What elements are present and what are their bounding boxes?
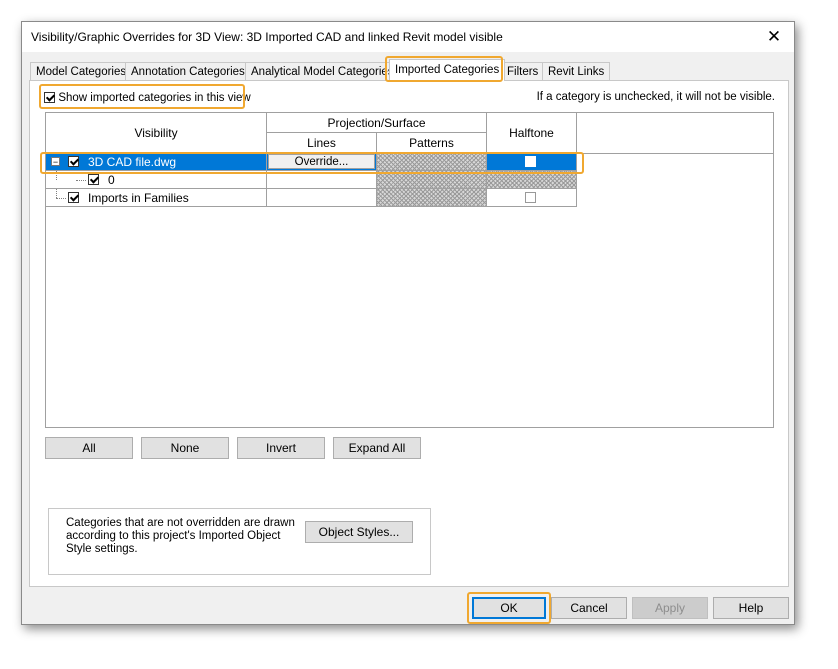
visibility-cell[interactable]: 0 bbox=[46, 171, 267, 189]
override-button[interactable]: Override... bbox=[268, 154, 375, 169]
none-button[interactable]: None bbox=[141, 437, 229, 459]
all-button[interactable]: All bbox=[45, 437, 133, 459]
tab-model-categories[interactable]: Model Categories bbox=[30, 62, 133, 80]
expand-all-button[interactable]: Expand All bbox=[333, 437, 421, 459]
lines-cell[interactable] bbox=[267, 171, 377, 189]
table-row[interactable]: − 3D CAD file.dwg Override... bbox=[46, 153, 577, 171]
hint-text: If a category is unchecked, it will not … bbox=[536, 91, 775, 103]
tab-revit-links[interactable]: Revit Links bbox=[542, 62, 611, 80]
tab-annotation-categories[interactable]: Annotation Categories bbox=[125, 62, 251, 80]
visibility-cell[interactable]: − 3D CAD file.dwg bbox=[46, 153, 267, 171]
row-name: Imports in Families bbox=[88, 191, 189, 205]
row-name: 0 bbox=[108, 173, 115, 187]
tree-connector bbox=[56, 171, 57, 180]
patterns-cell[interactable] bbox=[377, 153, 487, 171]
show-imported-option[interactable]: Show imported categories in this view bbox=[44, 90, 251, 104]
object-styles-info-box: Categories that are not overridden are d… bbox=[48, 508, 431, 575]
categories-table: Visibility Projection/Surface Lines Patt… bbox=[45, 112, 774, 428]
show-imported-checkbox[interactable] bbox=[44, 92, 55, 104]
lines-cell[interactable]: Override... bbox=[267, 153, 377, 171]
header-divider bbox=[577, 153, 773, 154]
header-projection-surface: Projection/Surface bbox=[267, 113, 487, 133]
tab-analytical-model-categories[interactable]: Analytical Model Categories bbox=[245, 62, 400, 80]
patterns-cell[interactable] bbox=[377, 189, 487, 207]
visibility-cell[interactable]: Imports in Families bbox=[46, 189, 267, 207]
header-visibility[interactable]: Visibility bbox=[46, 113, 267, 153]
row-visibility-checkbox[interactable] bbox=[68, 192, 79, 203]
header-patterns[interactable]: Patterns bbox=[377, 133, 487, 153]
patterns-cell[interactable] bbox=[377, 171, 487, 189]
object-styles-button[interactable]: Object Styles... bbox=[305, 521, 413, 543]
apply-button[interactable]: Apply bbox=[632, 597, 708, 619]
halftone-cell[interactable] bbox=[487, 189, 577, 207]
header-halftone[interactable]: Halftone bbox=[487, 113, 577, 153]
header-lines[interactable]: Lines bbox=[267, 133, 377, 153]
info-text: Categories that are not overridden are d… bbox=[66, 517, 295, 555]
halftone-checkbox[interactable] bbox=[525, 156, 536, 167]
ok-button[interactable]: OK bbox=[472, 597, 546, 619]
tree-connector bbox=[76, 180, 86, 181]
imported-categories-panel: Show imported categories in this view If… bbox=[29, 80, 789, 587]
cancel-button[interactable]: Cancel bbox=[551, 597, 627, 619]
row-visibility-checkbox[interactable] bbox=[68, 156, 79, 167]
collapse-icon[interactable]: − bbox=[51, 157, 60, 167]
table-row[interactable]: Imports in Families bbox=[46, 189, 577, 207]
tab-filters[interactable]: Filters bbox=[501, 62, 545, 80]
invert-button[interactable]: Invert bbox=[237, 437, 325, 459]
show-imported-label: Show imported categories in this view bbox=[58, 92, 251, 104]
title-bar: Visibility/Graphic Overrides for 3D View… bbox=[22, 22, 794, 52]
close-icon[interactable]: ✕ bbox=[754, 22, 794, 52]
halftone-checkbox[interactable] bbox=[525, 192, 536, 203]
tab-imported-categories[interactable]: Imported Categories bbox=[389, 59, 506, 81]
table-row[interactable]: 0 bbox=[46, 171, 577, 189]
halftone-cell[interactable] bbox=[487, 153, 577, 171]
row-name: 3D CAD file.dwg bbox=[88, 155, 177, 169]
lines-cell[interactable] bbox=[267, 189, 377, 207]
tree-connector bbox=[56, 198, 66, 199]
visibility-graphics-dialog: Visibility/Graphic Overrides for 3D View… bbox=[21, 21, 795, 625]
halftone-cell bbox=[487, 171, 577, 189]
row-visibility-checkbox[interactable] bbox=[88, 174, 99, 185]
dialog-title: Visibility/Graphic Overrides for 3D View… bbox=[31, 30, 503, 44]
tree-connector bbox=[56, 189, 57, 198]
help-button[interactable]: Help bbox=[713, 597, 789, 619]
